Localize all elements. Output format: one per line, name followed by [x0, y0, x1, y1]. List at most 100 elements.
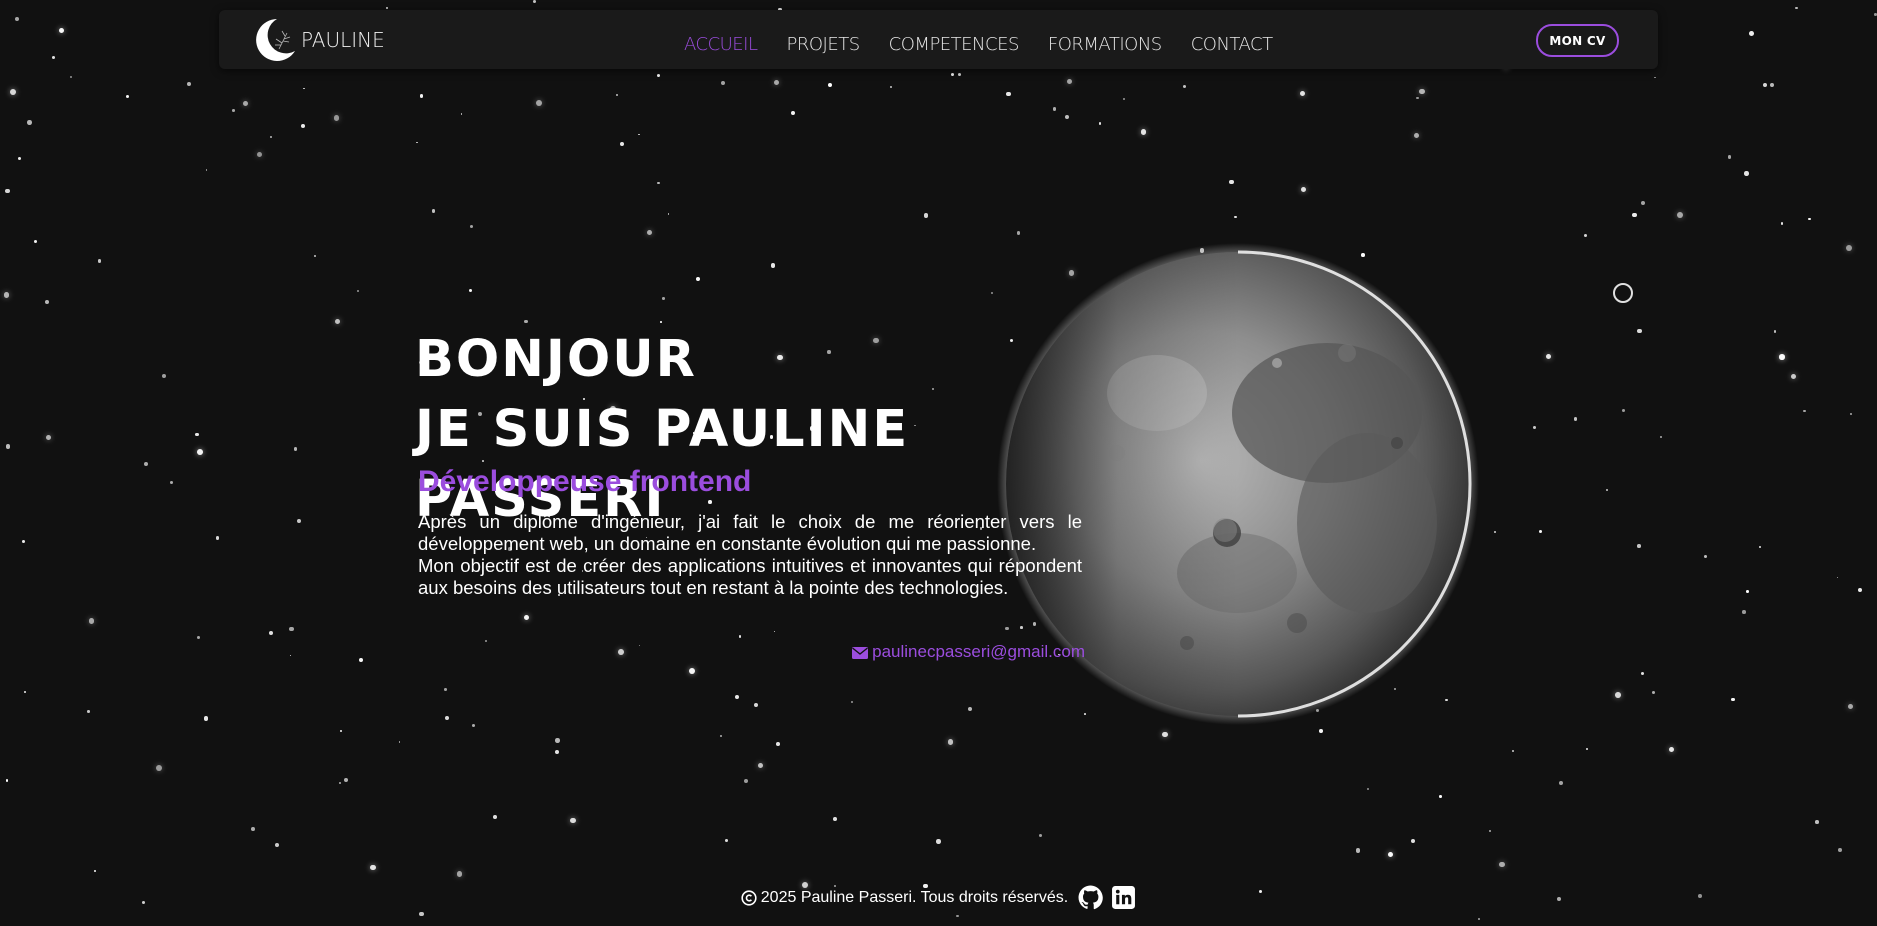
star — [1773, 330, 1776, 333]
email-link[interactable]: paulinecpasseri@gmail.com — [835, 642, 1085, 662]
star — [569, 817, 576, 824]
star — [661, 297, 665, 300]
star — [289, 626, 294, 632]
star — [1052, 106, 1057, 111]
nav-link-formations[interactable]: FORMATIONS — [1048, 34, 1162, 55]
star — [1583, 233, 1588, 238]
star — [936, 839, 941, 844]
copyright-text: 2025 Pauline Passeri. Tous droits réserv… — [760, 888, 1069, 906]
star — [1494, 530, 1497, 533]
star — [196, 448, 203, 455]
star — [660, 321, 662, 323]
star — [1636, 328, 1642, 334]
star — [555, 738, 560, 743]
github-link[interactable] — [1078, 885, 1103, 910]
copyright-icon — [741, 889, 757, 906]
star — [1006, 91, 1012, 97]
star — [923, 212, 929, 218]
star — [205, 169, 208, 171]
star — [1640, 200, 1645, 206]
star — [1847, 704, 1853, 710]
star — [638, 133, 640, 136]
star — [27, 120, 33, 126]
hero-greeting: BONJOUR — [415, 330, 697, 389]
star — [87, 710, 91, 713]
nav-links: ACCUEIL PROJETS COMPETENCES FORMATIONS C… — [684, 34, 1302, 55]
star — [14, 16, 19, 22]
star — [1637, 544, 1641, 548]
star — [1122, 97, 1125, 100]
star — [948, 739, 954, 745]
cv-button[interactable]: MON CV — [1536, 24, 1619, 57]
star — [721, 80, 726, 85]
star — [17, 156, 22, 161]
star — [773, 630, 776, 633]
star — [1795, 6, 1798, 10]
star — [1731, 698, 1735, 702]
star — [754, 702, 759, 707]
nav-link-projets[interactable]: PROJETS — [787, 34, 861, 55]
star — [5, 444, 11, 449]
star — [1748, 31, 1754, 36]
star — [1668, 747, 1674, 753]
star — [1038, 833, 1043, 838]
linkedin-link[interactable] — [1111, 885, 1136, 910]
star — [343, 777, 348, 782]
star — [1488, 829, 1491, 832]
social-links — [1078, 885, 1136, 910]
star — [956, 914, 959, 918]
star — [126, 94, 130, 99]
star — [289, 654, 292, 657]
star — [51, 56, 55, 60]
star — [725, 838, 728, 842]
star — [1744, 171, 1749, 176]
brand-logo[interactable]: PAULINE — [249, 15, 385, 65]
star — [21, 539, 26, 543]
star — [1413, 132, 1420, 139]
star — [1016, 231, 1021, 235]
star — [431, 209, 436, 213]
star — [1606, 488, 1609, 491]
star — [1439, 794, 1442, 798]
star — [620, 142, 625, 147]
star — [419, 912, 424, 917]
star — [1779, 354, 1785, 360]
star — [1367, 788, 1370, 791]
nav-link-accueil[interactable]: ACCUEIL — [684, 34, 758, 55]
star — [618, 649, 625, 655]
nav-link-competences[interactable]: COMPETENCES — [889, 34, 1020, 55]
star — [470, 224, 474, 228]
star — [1183, 84, 1187, 88]
star — [5, 779, 8, 782]
footer: 2025 Pauline Passeri. Tous droits réserv… — [0, 885, 1877, 910]
star — [356, 290, 359, 293]
star — [58, 28, 64, 34]
bio-paragraph-1: Après un diplôme d'ingénieur, j'ai fait … — [418, 511, 1082, 554]
star — [300, 123, 306, 129]
star — [1355, 848, 1361, 853]
star — [416, 141, 419, 144]
cursor-ring — [1613, 283, 1633, 303]
linkedin-icon — [1112, 886, 1136, 909]
star — [757, 762, 764, 769]
star — [1728, 155, 1732, 159]
star — [296, 518, 301, 524]
star — [143, 461, 149, 467]
star — [1419, 88, 1426, 95]
star — [1615, 692, 1621, 698]
star — [232, 108, 235, 112]
star — [97, 258, 102, 263]
star — [303, 87, 305, 90]
navbar: PAULINE ACCUEIL PROJETS COMPETENCES FORM… — [219, 10, 1658, 69]
star — [1838, 847, 1842, 852]
star — [1659, 435, 1663, 439]
star — [242, 100, 249, 107]
star — [1573, 417, 1578, 421]
nav-link-contact[interactable]: CONTACT — [1191, 34, 1273, 55]
hero-bio: Après un diplôme d'ingénieur, j'ai fait … — [418, 511, 1082, 599]
star — [162, 373, 167, 378]
star — [419, 93, 424, 98]
star — [950, 72, 954, 77]
star — [492, 814, 497, 819]
star — [791, 111, 796, 116]
